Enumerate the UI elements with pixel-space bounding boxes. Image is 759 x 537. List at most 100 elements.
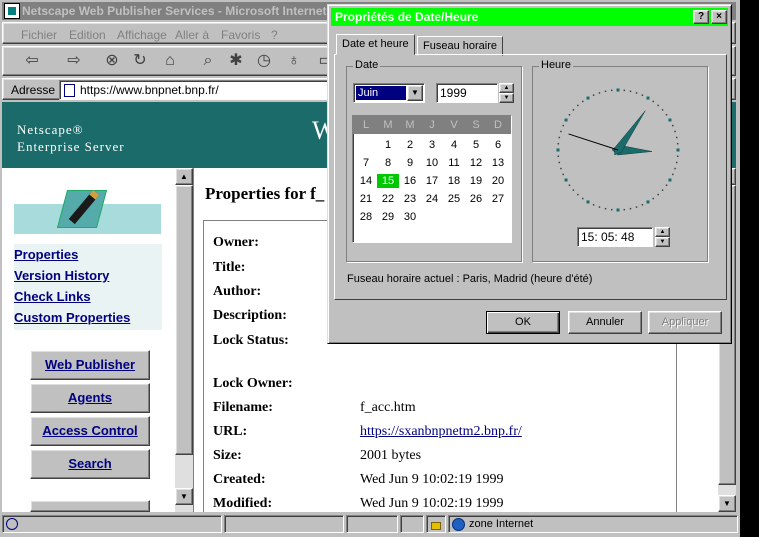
- year-spin-up[interactable]: ▲: [499, 83, 514, 93]
- owner-label: Owner:: [213, 235, 259, 250]
- month-select[interactable]: Juin ▼: [353, 83, 425, 103]
- stop-icon[interactable]: ⊗: [101, 50, 123, 72]
- calendar-day[interactable]: 30: [399, 210, 421, 224]
- clock-minute-mark: [592, 204, 595, 206]
- url-link[interactable]: https://sxanbnpnetm2.bnp.fr/: [360, 424, 522, 440]
- calendar-day[interactable]: 1: [377, 138, 399, 152]
- calendar-day[interactable]: 5: [465, 138, 487, 152]
- date-group: Date Juin ▼ 1999 ▲ ▼ LMMJVSD 1 2 3 4 5 6 7 8 9 10…: [346, 59, 522, 262]
- calendar-day[interactable]: 7: [355, 156, 377, 170]
- calendar-day[interactable]: 23: [399, 192, 421, 206]
- calendar-day[interactable]: 4: [443, 138, 465, 152]
- calendar-day[interactable]: 17: [421, 174, 443, 188]
- calendar-day[interactable]: 22: [377, 192, 399, 206]
- ok-button[interactable]: OK: [486, 311, 560, 334]
- refresh-icon[interactable]: ↻: [129, 50, 151, 72]
- favorites-icon[interactable]: ✱: [225, 50, 247, 72]
- calendar-day-selected[interactable]: 15: [377, 174, 399, 188]
- forward-arrow-icon[interactable]: ⇨: [63, 50, 85, 72]
- chevron-down-icon[interactable]: ▼: [407, 85, 423, 101]
- clock-hour-mark: [646, 200, 650, 204]
- calendar-day[interactable]: 18: [443, 174, 465, 188]
- calendar-day[interactable]: 11: [443, 156, 465, 170]
- apply-button[interactable]: Appliquer: [648, 311, 722, 334]
- clock-minute-mark: [672, 173, 674, 176]
- weekday-label: V: [450, 119, 458, 131]
- calendar-day[interactable]: 3: [421, 138, 443, 152]
- weekday-label: M: [383, 119, 393, 131]
- history-icon[interactable]: ◷: [253, 50, 275, 72]
- calendar-day[interactable]: 24: [421, 192, 443, 206]
- left-scroll-thumb[interactable]: [175, 185, 193, 455]
- clock-minute-mark: [635, 206, 638, 208]
- calendar-day[interactable]: 19: [465, 174, 487, 188]
- back-arrow-icon[interactable]: ⇦: [21, 50, 43, 72]
- search-button[interactable]: Search: [30, 449, 150, 479]
- clock-minute-mark: [674, 130, 676, 133]
- scroll-down-icon[interactable]: ▼: [718, 495, 736, 512]
- menu-aller[interactable]: Aller à: [175, 28, 209, 42]
- nav-properties[interactable]: Properties: [14, 247, 78, 262]
- calendar-day[interactable]: 10: [421, 156, 443, 170]
- menu-edition[interactable]: Edition: [69, 28, 106, 42]
- channels-icon[interactable]: ♁: [283, 50, 305, 72]
- left-nav-frame: Properties Version History Check Links C…: [2, 168, 194, 512]
- menu-favoris[interactable]: Favoris: [221, 28, 260, 42]
- more-nav-button[interactable]: [30, 500, 150, 512]
- search-icon[interactable]: ⌕: [197, 50, 219, 72]
- calendar-day[interactable]: 20: [487, 174, 509, 188]
- clock-minute-mark: [572, 189, 575, 191]
- close-icon[interactable]: ×: [711, 10, 727, 24]
- calendar-day[interactable]: 25: [443, 192, 465, 206]
- calendar-day[interactable]: 13: [487, 156, 509, 170]
- time-input[interactable]: 15: 05: 48: [577, 227, 653, 247]
- clock-minute-mark: [674, 167, 676, 170]
- nav-check-links[interactable]: Check Links: [14, 289, 91, 304]
- tab-date-time[interactable]: Date et heure: [336, 34, 415, 55]
- nav-custom-properties[interactable]: Custom Properties: [14, 310, 130, 325]
- calendar-day[interactable]: 9: [399, 156, 421, 170]
- menu-affichage[interactable]: Affichage: [117, 28, 167, 42]
- scroll-down-icon[interactable]: ▼: [175, 488, 193, 505]
- modified-label: Modified:: [213, 496, 273, 511]
- clock-minute-mark: [560, 130, 562, 133]
- current-timezone: Fuseau horaire actuel : Paris, Madrid (h…: [347, 273, 593, 285]
- calendar-day[interactable]: 29: [377, 210, 399, 224]
- clock-minute-mark: [577, 193, 579, 196]
- calendar-day[interactable]: 6: [487, 138, 509, 152]
- help-button[interactable]: ?: [693, 10, 709, 24]
- clock-minute-mark: [635, 92, 638, 94]
- nav-version-history[interactable]: Version History: [14, 268, 109, 283]
- clock-minute-mark: [629, 90, 632, 93]
- tab-timezone[interactable]: Fuseau horaire: [417, 36, 503, 56]
- menu-fichier[interactable]: Fichier: [21, 28, 57, 42]
- year-input[interactable]: 1999: [436, 83, 498, 103]
- home-icon[interactable]: ⌂: [159, 50, 181, 72]
- calendar-day[interactable]: 16: [399, 174, 421, 188]
- cancel-button[interactable]: Annuler: [568, 311, 642, 334]
- agents-button[interactable]: Agents: [30, 383, 150, 413]
- menu-help[interactable]: ?: [271, 28, 278, 42]
- clock-minute-mark: [610, 89, 613, 92]
- access-control-button[interactable]: Access Control: [30, 416, 150, 446]
- year-spin-down[interactable]: ▼: [499, 93, 514, 103]
- calendar-day[interactable]: 28: [355, 210, 377, 224]
- date-group-label: Date: [353, 59, 381, 71]
- address-input[interactable]: https://www.bnpnet.bnp.fr/: [59, 80, 349, 100]
- calendar-day[interactable]: 12: [465, 156, 487, 170]
- web-publisher-button[interactable]: Web Publisher: [30, 350, 150, 380]
- calendar-day[interactable]: 14: [355, 174, 377, 188]
- calendar-day[interactable]: 8: [377, 156, 399, 170]
- time-spin-down[interactable]: ▼: [655, 237, 670, 247]
- scroll-up-icon[interactable]: ▲: [175, 168, 193, 185]
- calendar-day[interactable]: 26: [465, 192, 487, 206]
- left-scrollbar[interactable]: ▲ ▼: [175, 168, 193, 512]
- calendar-day[interactable]: 27: [487, 192, 509, 206]
- clock-minute-mark: [629, 207, 632, 210]
- clock-minute-mark: [568, 113, 571, 116]
- dialog-title-bar[interactable]: Propriétés de Date/Heure ? ×: [331, 8, 728, 26]
- calendar-day[interactable]: 21: [355, 192, 377, 206]
- banner-line1: Netscape®: [17, 122, 84, 137]
- calendar-day[interactable]: 2: [399, 138, 421, 152]
- time-spin-up[interactable]: ▲: [655, 227, 670, 237]
